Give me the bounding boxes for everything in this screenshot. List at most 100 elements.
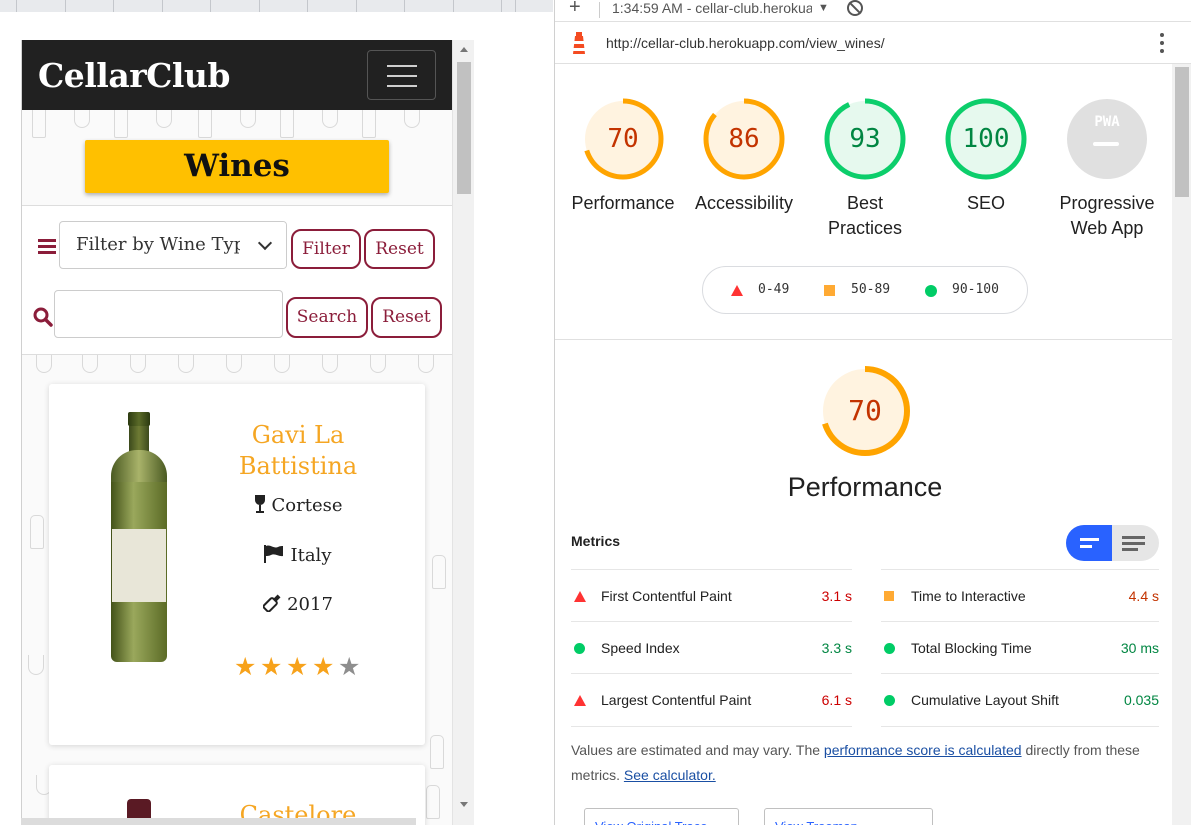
wine-type-select-value: Filter by Wine Type — [76, 234, 256, 255]
wine-card[interactable]: Castelore — [49, 765, 425, 825]
device-horizontal-scrollbar[interactable] — [21, 818, 416, 825]
metric-row: Largest Contentful Paint 6.1 s — [571, 673, 852, 725]
metric-name: Cumulative Layout Shift — [911, 692, 1059, 708]
view-treemap-button[interactable]: View Treemap — [764, 808, 933, 825]
star-empty-icon: ★ — [338, 652, 361, 681]
accessibility-gauge[interactable]: 86 — [702, 97, 786, 181]
flag-icon — [264, 545, 284, 563]
page-title: Wines — [85, 140, 389, 193]
reset-filter-button[interactable]: Reset — [364, 229, 435, 269]
report-url[interactable]: http://cellar-club.herokuapp.com/view_wi… — [606, 35, 885, 51]
brand-logo[interactable]: CellarClub — [38, 56, 230, 95]
performance-score: 70 — [848, 394, 882, 427]
wine-card[interactable]: Gavi La Battistina Cortese Italy 2017 ★ … — [49, 384, 425, 745]
metric-row: Speed Index 3.3 s — [571, 621, 852, 673]
wine-grape: Cortese — [271, 495, 343, 516]
bottle-icon — [263, 594, 281, 612]
metrics-view-toggle[interactable] — [1066, 525, 1159, 561]
device-emulation-pane: CellarClub Wines Filter by Wine Type Fil… — [0, 0, 553, 825]
dropdown-arrow-icon[interactable]: ▼ — [818, 2, 829, 14]
metric-value: 30 ms — [1120, 640, 1159, 656]
accessibility-score: 86 — [728, 124, 760, 154]
best-practices-score: 93 — [849, 124, 881, 154]
screen: CellarClub Wines Filter by Wine Type Fil… — [0, 0, 1191, 825]
metric-row: Total Blocking Time 30 ms — [881, 621, 1159, 673]
plus-icon[interactable]: + — [569, 0, 581, 19]
search-icon — [33, 307, 53, 327]
report-url-bar: http://cellar-club.herokuapp.com/view_wi… — [555, 22, 1191, 64]
metric-value: 3.3 s — [821, 640, 852, 656]
pass-status-icon — [884, 643, 895, 654]
device-frame: CellarClub Wines Filter by Wine Type Fil… — [21, 40, 474, 825]
wine-type-select[interactable]: Filter by Wine Type — [59, 221, 287, 269]
search-button[interactable]: Search — [286, 297, 368, 338]
device-scrollbar[interactable] — [452, 40, 474, 825]
wine-vintage: 2017 — [287, 594, 333, 615]
note-text-1: Values are estimated and may vary. The — [571, 742, 824, 758]
star-filled-icon: ★ — [286, 652, 309, 681]
seo-gauge[interactable]: 100 — [944, 97, 1028, 181]
legend-pass-range: 90-100 — [952, 282, 999, 297]
pass-status-icon — [884, 695, 895, 706]
metric-name: Time to Interactive — [911, 588, 1026, 604]
fail-status-icon — [574, 695, 586, 706]
nav-toggle-button[interactable] — [367, 50, 436, 100]
lighthouse-pane: + 1:34:59 AM - cellar-club.herokuapp.com… — [554, 0, 1191, 825]
more-options-icon[interactable] — [1160, 33, 1164, 53]
performance-label: Performance — [571, 193, 675, 213]
star-rating: ★ ★ ★ ★ ★ — [234, 652, 364, 681]
star-filled-icon: ★ — [260, 652, 283, 681]
star-filled-icon: ★ — [312, 652, 335, 681]
wine-country: Italy — [290, 545, 332, 566]
report-scrollbar-thumb[interactable] — [1175, 67, 1189, 197]
fail-triangle-icon — [731, 285, 743, 296]
filter-button[interactable]: Filter — [291, 229, 361, 269]
see-calculator-link[interactable]: See calculator. — [624, 767, 716, 783]
site-viewport: CellarClub Wines Filter by Wine Type Fil… — [22, 40, 452, 825]
pass-status-icon — [574, 643, 585, 654]
best-practices-label: Best Practices — [827, 193, 903, 238]
metric-value: 0.035 — [1123, 692, 1159, 708]
lighthouse-toolbar: + 1:34:59 AM - cellar-club.herokuapp.com… — [555, 0, 1191, 22]
pass-circle-icon — [925, 285, 937, 297]
compact-view-button[interactable] — [1066, 525, 1112, 561]
performance-title: Performance — [787, 472, 943, 502]
filter-section: Filter by Wine Type Filter Reset Search … — [22, 205, 452, 355]
metric-name: Speed Index — [601, 640, 680, 656]
metric-row: First Contentful Paint 3.1 s — [571, 569, 852, 621]
pwa-dash-icon — [1093, 142, 1119, 146]
score-calculated-link[interactable]: performance score is calculated — [824, 742, 1022, 758]
pwa-label: Progressive Web App — [1059, 193, 1155, 238]
metrics-note: Values are estimated and may vary. The p… — [571, 738, 1151, 788]
metric-name: Largest Contentful Paint — [601, 692, 752, 708]
navbar: CellarClub — [22, 40, 452, 110]
report-scrollbar[interactable] — [1172, 64, 1191, 825]
metric-value: 3.1 s — [821, 588, 852, 604]
reset-search-button[interactable]: Reset — [371, 297, 442, 338]
legend-fail-range: 0-49 — [758, 282, 790, 297]
device-scrollbar-thumb[interactable] — [457, 62, 471, 194]
average-square-icon — [824, 285, 835, 296]
best-practices-gauge[interactable]: 93 — [823, 97, 907, 181]
legend-average-range: 50-89 — [851, 282, 891, 297]
pwa-score: PWA — [1094, 114, 1120, 130]
ruler-strip — [0, 0, 553, 12]
search-input[interactable] — [54, 290, 283, 338]
metric-row: Time to Interactive 4.4 s — [881, 569, 1159, 621]
fail-status-icon — [574, 591, 586, 602]
pwa-gauge[interactable]: PWA — [1065, 97, 1149, 181]
seo-score: 100 — [962, 124, 1010, 154]
wine-vintage-row: 2017 — [219, 594, 377, 615]
metric-value: 4.4 s — [1128, 588, 1159, 604]
seo-label: SEO — [966, 193, 1005, 213]
wine-name[interactable]: Gavi La Battistina — [219, 420, 377, 482]
view-original-trace-button[interactable]: View Original Trace — [584, 808, 739, 825]
metric-name: First Contentful Paint — [601, 588, 732, 604]
metrics-heading: Metrics — [571, 533, 621, 549]
metric-value: 6.1 s — [821, 692, 852, 708]
performance-gauge[interactable]: 70 — [581, 97, 665, 181]
performance-score: 70 — [607, 124, 639, 154]
clear-block-icon[interactable] — [847, 0, 863, 16]
wine-country-row: Italy — [219, 545, 377, 566]
report-selector[interactable]: 1:34:59 AM - cellar-club.herokuapp.com — [612, 0, 812, 16]
